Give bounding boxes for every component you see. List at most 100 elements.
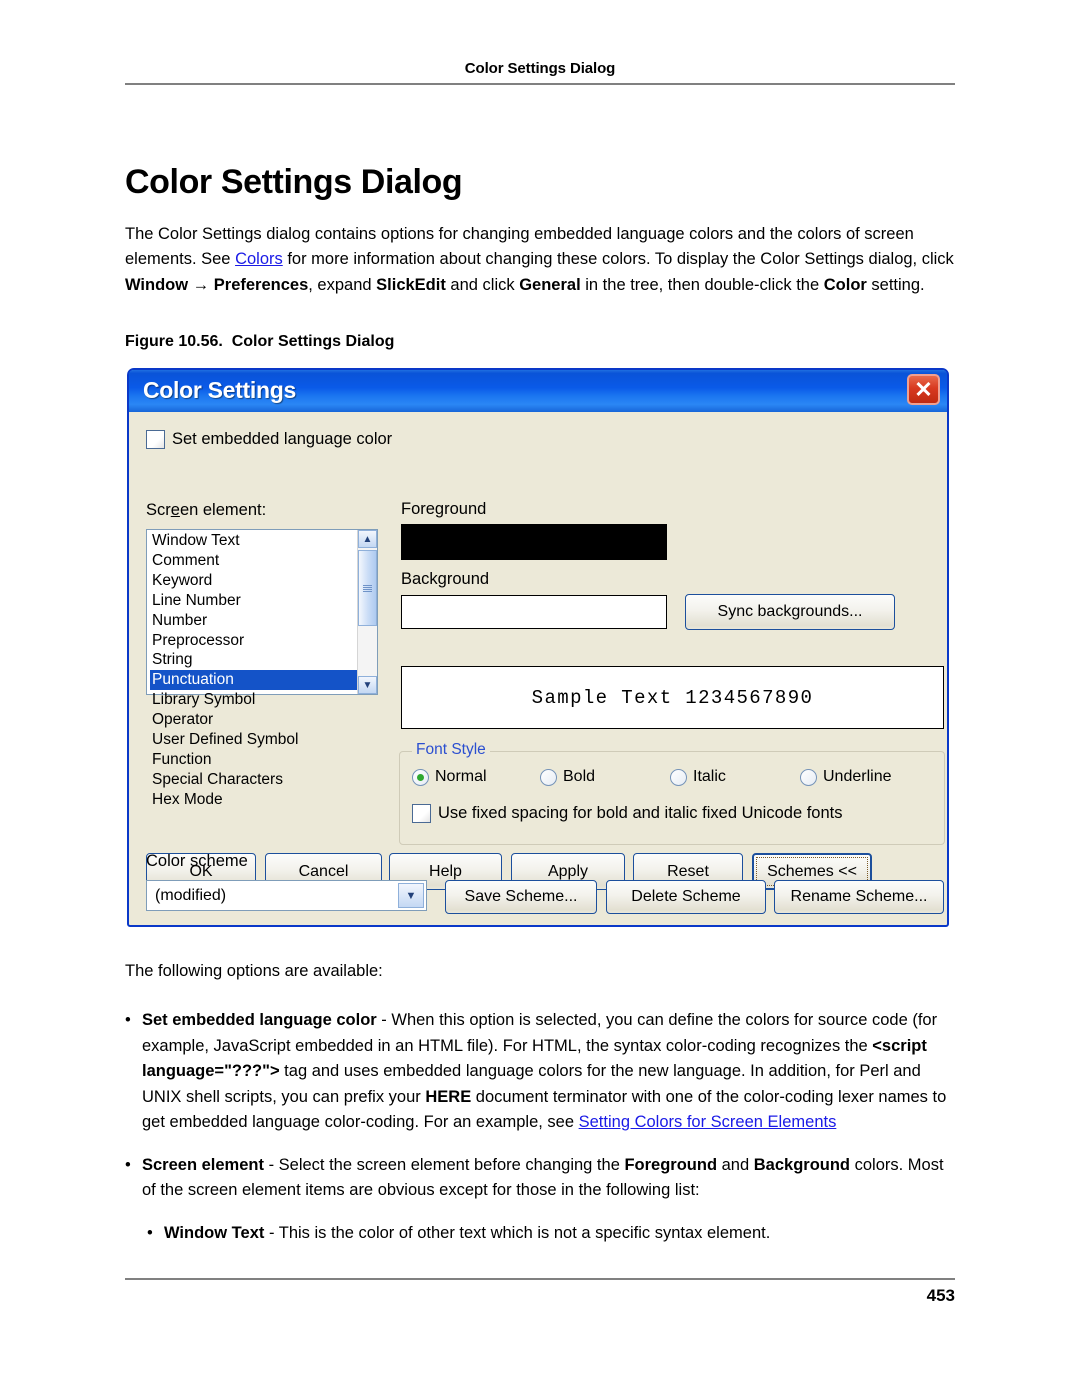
- color-settings-dialog: Color Settings ✕ Set embedded language c…: [127, 368, 949, 927]
- footer-rule: [125, 1278, 955, 1280]
- radio-bold[interactable]: Bold: [540, 768, 670, 786]
- intro-text-4: and click: [445, 275, 520, 294]
- background-color-swatch[interactable]: [401, 595, 667, 629]
- page-title: Color Settings Dialog: [125, 162, 463, 201]
- list-item[interactable]: Window Text: [150, 531, 357, 551]
- radio-underline-label: Underline: [823, 768, 892, 785]
- set-embedded-language-color-checkbox[interactable]: Set embedded language color: [146, 430, 392, 449]
- bullet-1-here: HERE: [425, 1087, 472, 1106]
- list-item[interactable]: Function: [150, 750, 357, 770]
- list-item[interactable]: Special Characters: [150, 770, 357, 790]
- foreground-color-swatch[interactable]: [401, 524, 667, 560]
- sample-text-preview: Sample Text 1234567890: [401, 666, 944, 729]
- list-item[interactable]: Keyword: [150, 571, 357, 591]
- chevron-down-icon[interactable]: ▼: [398, 883, 424, 908]
- header-rule: [125, 83, 955, 85]
- delete-scheme-button[interactable]: Delete Scheme: [606, 880, 766, 914]
- scroll-up-arrow-icon[interactable]: ▲: [358, 530, 377, 548]
- listbox-scrollbar[interactable]: ▲ ▼: [357, 530, 377, 694]
- screen-element-label: Screen element:: [146, 501, 266, 520]
- page-number: 453: [926, 1286, 955, 1305]
- list-item[interactable]: Number: [150, 611, 357, 631]
- fixed-spacing-label: Use fixed spacing for bold and italic fi…: [438, 804, 843, 822]
- rename-scheme-button[interactable]: Rename Scheme...: [774, 880, 944, 914]
- list-item[interactable]: Operator: [150, 710, 357, 730]
- figure-caption: Figure 10.56. Color Settings Dialog: [125, 333, 394, 351]
- bullet-screen-element: Screen element - Select the screen eleme…: [125, 1153, 955, 1204]
- dialog-title: Color Settings: [143, 377, 296, 403]
- options-list: Set embedded language color - When this …: [125, 1008, 955, 1263]
- list-item[interactable]: Preprocessor: [150, 631, 357, 651]
- screen-element-label-pre: Scr: [146, 501, 171, 519]
- window-menu-bold: Window: [125, 275, 189, 294]
- bullet-set-embedded-language-color: Set embedded language color - When this …: [125, 1008, 955, 1136]
- list-item[interactable]: Library Symbol: [150, 690, 357, 710]
- radio-underline-icon: [800, 768, 817, 786]
- intro-text-2: for more information about changing thes…: [282, 250, 954, 268]
- background-label: Background: [401, 570, 490, 588]
- scrollbar-thumb[interactable]: [358, 550, 377, 626]
- listbox-items[interactable]: Window Text Comment Keyword Line Number Numb…: [147, 530, 357, 808]
- font-style-legend: Font Style: [412, 741, 490, 759]
- bullet-1-term: Set embedded language color: [142, 1011, 377, 1029]
- intro-arrow: →: [188, 275, 214, 294]
- radio-normal-label: Normal: [435, 768, 487, 785]
- general-bold: General: [519, 275, 581, 294]
- dialog-titlebar: Color Settings ✕: [129, 370, 947, 412]
- list-item[interactable]: Comment: [150, 551, 357, 571]
- color-scheme-label: Color scheme: [146, 852, 248, 870]
- radio-italic[interactable]: Italic: [670, 768, 800, 786]
- fixed-spacing-checkbox[interactable]: Use fixed spacing for bold and italic fi…: [412, 804, 842, 823]
- save-scheme-button[interactable]: Save Scheme...: [445, 880, 597, 914]
- radio-bold-label: Bold: [563, 768, 596, 785]
- dialog-body: Set embedded language color Screen eleme…: [129, 412, 947, 927]
- page-header: Color Settings Dialog: [125, 60, 955, 85]
- bullet-2-text-b: and: [717, 1155, 754, 1174]
- bullet-3-term: Window Text: [164, 1223, 265, 1242]
- bullet-3-text: - This is the color of other text which …: [264, 1223, 771, 1242]
- colors-link[interactable]: Colors: [235, 250, 283, 268]
- slickedit-bold: SlickEdit: [376, 275, 446, 294]
- preferences-bold: Preferences: [213, 275, 309, 294]
- scrollbar-grip-icon: [363, 584, 372, 592]
- radio-bold-icon: [540, 768, 557, 786]
- checkbox-box-icon: [146, 430, 165, 449]
- intro-text-6: setting.: [866, 275, 925, 294]
- checkbox-label: Set embedded language color: [172, 430, 393, 448]
- radio-selected-dot-icon: [417, 773, 424, 781]
- intro-text-3: , expand: [308, 275, 377, 294]
- screen-element-listbox[interactable]: Window Text Comment Keyword Line Number Numb…: [146, 529, 378, 808]
- bullet-2-foreground: Foreground: [624, 1155, 718, 1174]
- foreground-label: Foreground: [401, 500, 487, 518]
- bullet-2-background: Background: [753, 1155, 851, 1174]
- list-item[interactable]: Punctuation: [150, 670, 357, 691]
- list-item[interactable]: User Defined Symbol: [150, 730, 357, 750]
- fixed-spacing-checkbox-icon: [412, 804, 431, 823]
- intro-text-5: in the tree, then double-click the: [580, 275, 824, 294]
- radio-normal-icon: [412, 768, 429, 786]
- screen-element-label-accel: e: [170, 501, 180, 519]
- radio-normal[interactable]: Normal: [412, 768, 540, 786]
- radio-italic-icon: [670, 768, 687, 786]
- figure-title: Color Settings Dialog: [231, 333, 395, 350]
- color-scheme-value: (modified): [155, 886, 227, 904]
- close-icon[interactable]: ✕: [907, 374, 940, 405]
- bullet-window-text: Window Text - This is the color of other…: [147, 1221, 955, 1247]
- font-style-group: Font Style Normal Bold Italic Underline: [399, 741, 945, 845]
- scroll-down-arrow-icon[interactable]: ▼: [358, 676, 377, 694]
- list-item[interactable]: Hex Mode: [150, 790, 357, 810]
- color-bold: Color: [823, 275, 867, 294]
- list-item[interactable]: Line Number: [150, 591, 357, 611]
- setting-colors-link[interactable]: Setting Colors for Screen Elements: [579, 1113, 837, 1131]
- sync-backgrounds-button[interactable]: Sync backgrounds...: [685, 594, 895, 630]
- screen-element-label-post: en element:: [179, 501, 267, 519]
- bullet-2-term: Screen element: [142, 1155, 264, 1174]
- bullet-2-text-a: - Select the screen element before chang…: [263, 1155, 625, 1174]
- color-scheme-combobox[interactable]: (modified) ▼: [146, 880, 427, 911]
- radio-underline[interactable]: Underline: [800, 768, 891, 786]
- figure-number: Figure 10.56.: [125, 333, 223, 350]
- list-item[interactable]: String: [150, 650, 357, 670]
- radio-italic-label: Italic: [693, 768, 726, 785]
- running-head: Color Settings Dialog: [464, 60, 616, 77]
- font-style-radio-row: Normal Bold Italic Underline: [412, 768, 932, 786]
